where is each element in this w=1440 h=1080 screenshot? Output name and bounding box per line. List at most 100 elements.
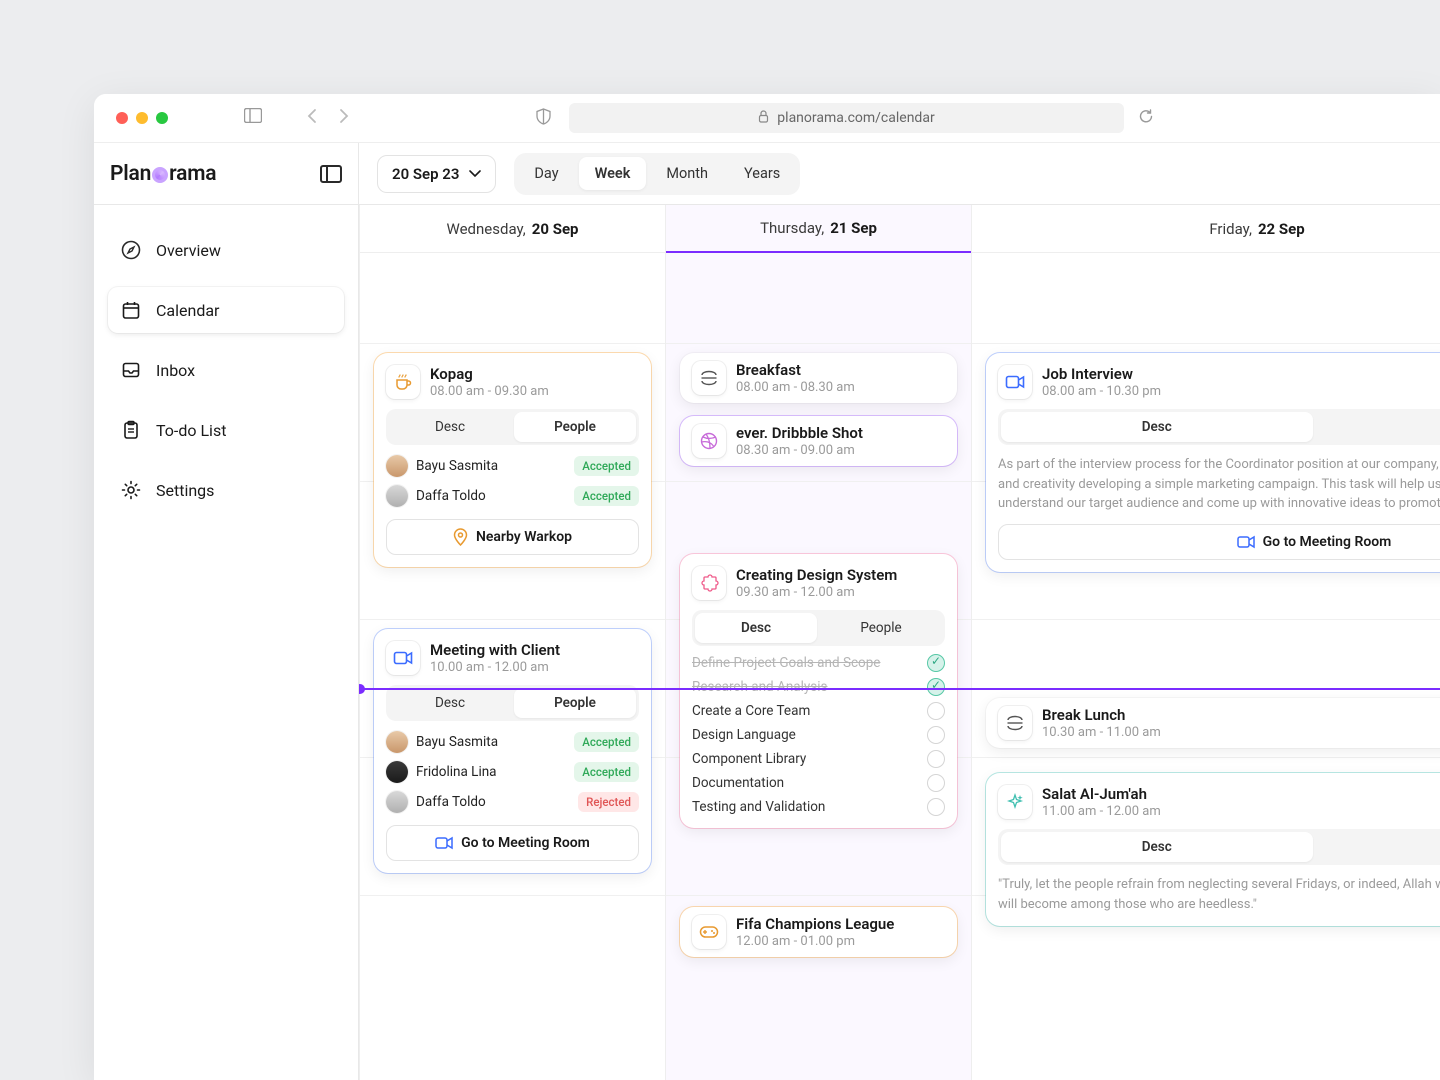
- event-lunch[interactable]: Break Lunch10.30 am - 11.00 am: [986, 698, 1440, 748]
- tab-desc[interactable]: Desc: [389, 412, 511, 442]
- sidebar-item-todo[interactable]: To-do List: [108, 407, 344, 453]
- tab-desc[interactable]: Desc: [389, 688, 511, 718]
- view-month[interactable]: Month: [650, 157, 724, 190]
- event-title: Kopag: [430, 365, 549, 383]
- browser-window: planorama.com/calendar Planrama Overview: [94, 94, 1440, 1080]
- meeting-room-button[interactable]: Go to Meeting Room: [386, 825, 639, 861]
- event-title: Creating Design System: [736, 566, 897, 584]
- status-badge: Accepted: [574, 762, 639, 782]
- event-kopag[interactable]: Kopag08.00 am - 09.30 am Desc People Bay…: [374, 353, 651, 567]
- sidebar-item-overview[interactable]: Overview: [108, 227, 344, 273]
- event-tabs: Desc People: [692, 610, 945, 646]
- gamepad-icon: [692, 915, 726, 949]
- event-title: Meeting with Client: [430, 641, 560, 659]
- task-item[interactable]: Define Project Goals and Scope: [692, 654, 945, 672]
- day-column-thu: Thursday,21 Sep Breakfast08.00 am - 08.3…: [666, 205, 972, 1080]
- task-item[interactable]: Testing and Validation: [692, 798, 945, 816]
- sidebar-item-calendar[interactable]: Calendar: [108, 287, 344, 333]
- event-title: Salat Al-Jum'ah: [1042, 785, 1161, 803]
- forward-icon[interactable]: [338, 108, 350, 128]
- view-week[interactable]: Week: [579, 157, 647, 190]
- sidebar-toggle-icon[interactable]: [244, 108, 262, 128]
- status-badge: Rejected: [578, 792, 639, 812]
- sparkle-icon: [998, 785, 1032, 819]
- pin-icon: [453, 528, 468, 546]
- calendar-icon: [120, 299, 142, 321]
- check-icon: [927, 798, 945, 816]
- check-icon: [927, 654, 945, 672]
- day-header: Friday,22 Sep: [972, 205, 1440, 253]
- attendee-row: Fridolina LinaAccepted: [386, 759, 639, 785]
- chevron-down-icon: [469, 170, 481, 178]
- sidebar-item-inbox[interactable]: Inbox: [108, 347, 344, 393]
- tab-people[interactable]: People: [514, 688, 636, 718]
- view-day[interactable]: Day: [518, 157, 574, 190]
- attendee-row: Bayu SasmitaAccepted: [386, 453, 639, 479]
- event-breakfast[interactable]: Breakfast08.00 am - 08.30 am: [680, 353, 957, 403]
- event-title: Job Interview: [1042, 365, 1161, 383]
- status-badge: Accepted: [574, 486, 639, 506]
- minimize-icon[interactable]: [136, 112, 148, 124]
- task-item[interactable]: Component Library: [692, 750, 945, 768]
- collapse-sidebar-icon[interactable]: [320, 165, 342, 183]
- task-item[interactable]: Design Language: [692, 726, 945, 744]
- day-column-wed: Wednesday,20 Sep Kopag08.00 am - 09.30 a…: [360, 205, 666, 1080]
- event-time: 10.00 am - 12.00 am: [430, 660, 560, 675]
- back-icon[interactable]: [306, 108, 318, 128]
- event-dribbble[interactable]: ever. Dribbble Shot08.30 am - 09.00 am: [680, 416, 957, 466]
- logo-orb-icon: [152, 167, 168, 183]
- event-title: Fifa Champions League: [736, 915, 894, 933]
- event-tabs: Desc People: [386, 685, 639, 721]
- date-picker-button[interactable]: 20 Sep 23: [377, 155, 496, 193]
- browser-nav: [244, 108, 350, 128]
- url-bar[interactable]: planorama.com/calendar: [569, 103, 1124, 133]
- sidebar-item-settings[interactable]: Settings: [108, 467, 344, 513]
- event-design-system[interactable]: Creating Design System09.30 am - 12.00 a…: [680, 554, 957, 828]
- burger-icon: [692, 361, 726, 395]
- attendee-row: Bayu SasmitaAccepted: [386, 729, 639, 755]
- close-icon[interactable]: [116, 112, 128, 124]
- location-button[interactable]: Nearby Warkop: [386, 519, 639, 555]
- nav-label: To-do List: [156, 421, 226, 440]
- sidebar: Planrama Overview Calendar Inbox: [94, 143, 359, 1080]
- shield-icon[interactable]: [536, 108, 551, 129]
- window-controls[interactable]: [116, 112, 168, 124]
- check-icon: [927, 726, 945, 744]
- dribbble-icon: [692, 424, 726, 458]
- tab-desc[interactable]: Desc: [1001, 832, 1313, 862]
- check-icon: [927, 774, 945, 792]
- event-time: 09.30 am - 12.00 am: [736, 585, 897, 600]
- event-description: "Truly, let the people refrain from negl…: [998, 875, 1440, 914]
- compass-icon: [120, 239, 142, 261]
- task-item[interactable]: Create a Core Team: [692, 702, 945, 720]
- tab-people[interactable]: People: [514, 412, 636, 442]
- event-salat[interactable]: Salat Al-Jum'ah11.00 am - 12.00 am Desc …: [986, 773, 1440, 926]
- nav-label: Calendar: [156, 301, 219, 320]
- check-icon: [927, 678, 945, 696]
- date-picker-label: 20 Sep 23: [392, 165, 459, 183]
- event-interview[interactable]: Job Interview08.00 am - 10.30 pm Desc Pe…: [986, 353, 1440, 572]
- tab-desc[interactable]: Desc: [1001, 412, 1313, 442]
- event-time: 08.00 am - 10.30 pm: [1042, 384, 1161, 399]
- tab-desc[interactable]: Desc: [695, 613, 817, 643]
- burger-icon: [998, 706, 1032, 740]
- view-years[interactable]: Years: [728, 157, 796, 190]
- event-tabs: Desc People: [998, 829, 1440, 865]
- tab-people[interactable]: People: [1316, 832, 1440, 862]
- tab-people[interactable]: People: [1316, 412, 1440, 442]
- event-meeting-client[interactable]: Meeting with Client10.00 am - 12.00 am D…: [374, 629, 651, 873]
- check-icon: [927, 750, 945, 768]
- refresh-icon[interactable]: [1138, 108, 1154, 128]
- task-item[interactable]: Research and Analysis: [692, 678, 945, 696]
- event-fifa[interactable]: Fifa Champions League12.00 am - 01.00 pm: [680, 907, 957, 957]
- tab-people[interactable]: People: [820, 613, 942, 643]
- task-item[interactable]: Documentation: [692, 774, 945, 792]
- video-icon: [386, 641, 420, 675]
- avatar: [386, 791, 408, 813]
- lock-icon: [758, 110, 769, 127]
- avatar: [386, 485, 408, 507]
- meeting-room-button[interactable]: Go to Meeting Room: [998, 524, 1440, 560]
- day-header: Thursday,21 Sep: [666, 205, 971, 253]
- maximize-icon[interactable]: [156, 112, 168, 124]
- video-icon: [1237, 535, 1255, 549]
